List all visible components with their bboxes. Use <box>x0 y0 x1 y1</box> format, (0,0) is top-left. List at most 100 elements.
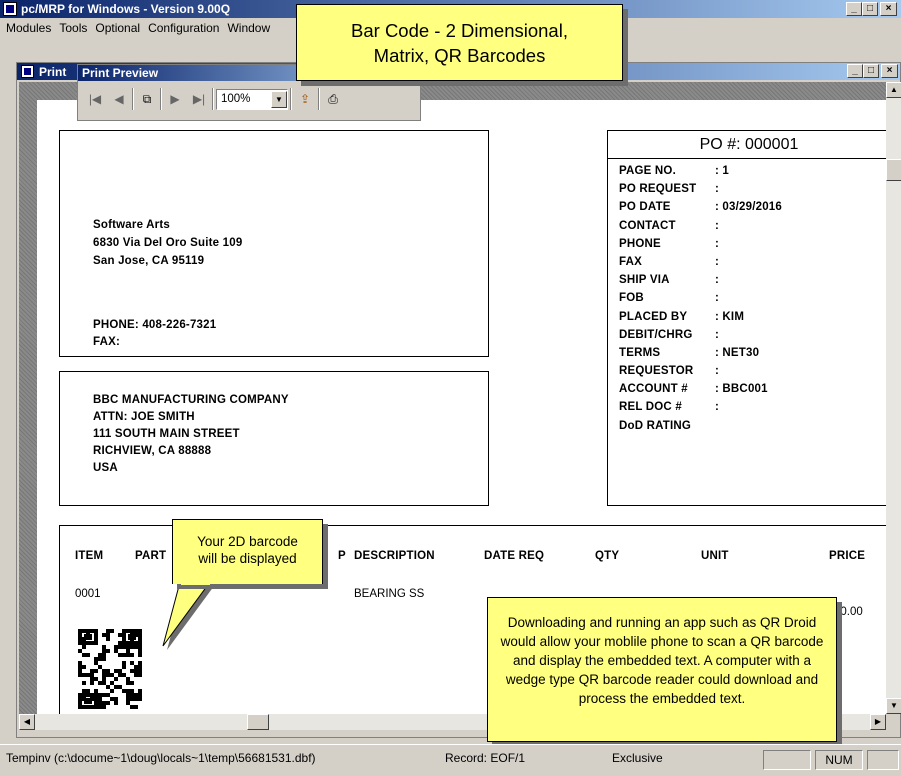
menu-window[interactable]: Window <box>223 21 274 35</box>
vendor-box: Software Arts 6830 Via Del Oro Suite 109… <box>59 130 489 357</box>
app-title: pc/MRP for Windows - Version 9.00Q <box>21 2 231 16</box>
title-callout: Bar Code - 2 Dimensional, Matrix, QR Bar… <box>296 4 623 81</box>
po-field-label: DoD RATING <box>619 419 692 432</box>
last-page-icon[interactable]: ▶| <box>188 88 210 110</box>
multi-page-icon[interactable]: ⧉ <box>136 88 158 110</box>
vertical-scrollbar[interactable]: ▲ ▼ <box>886 82 901 714</box>
vendor-address2: San Jose, CA 95119 <box>93 255 205 267</box>
menu-optional[interactable]: Optional <box>91 21 144 35</box>
qr-callout: Downloading and running an app such as Q… <box>487 597 837 742</box>
po-field-label: REQUESTOR <box>619 365 694 378</box>
row-item: 0001 <box>75 588 101 600</box>
barcode-callout-line1: Your 2D barcode <box>197 534 298 549</box>
qr-barcode <box>78 629 142 709</box>
close-icon[interactable]: × <box>880 2 897 16</box>
zoom-value: 100% <box>221 93 251 105</box>
po-field-row: PLACED BY: KIM <box>619 311 886 329</box>
horizontal-scroll-thumb[interactable] <box>247 714 269 730</box>
po-field-row: PHONE: <box>619 238 886 256</box>
po-field-row: PAGE NO. : 1 <box>619 165 886 183</box>
barcode-callout: Your 2D barcode will be displayed <box>172 519 323 584</box>
po-field-value: : <box>715 183 720 196</box>
col-item: ITEM <box>75 550 104 562</box>
po-field-row: ACCOUNT # : BBC001 <box>619 383 886 401</box>
po-field-value: : 03/29/2016 <box>715 201 782 214</box>
po-field-row: PO DATE : 03/29/2016 <box>619 201 886 219</box>
vertical-scroll-thumb[interactable] <box>886 159 901 181</box>
po-field-row: PO REQUEST: <box>619 183 886 201</box>
po-field-label: PHONE <box>619 237 661 250</box>
scroll-right-icon[interactable]: ▶ <box>870 714 886 730</box>
status-num: NUM <box>815 750 863 770</box>
vendor-phone: PHONE: 408-226-7321 <box>93 319 217 331</box>
menu-modules[interactable]: Modules <box>2 21 55 35</box>
status-record: Record: EOF/1 <box>445 751 526 765</box>
status-scrl <box>867 750 899 770</box>
minimize-icon[interactable]: _ <box>846 2 862 16</box>
scroll-up-icon[interactable]: ▲ <box>886 82 901 98</box>
first-page-icon[interactable]: |◀ <box>84 88 106 110</box>
menu-tools[interactable]: Tools <box>55 21 91 35</box>
po-field-value: : <box>715 219 720 232</box>
po-field-value: : <box>715 401 720 414</box>
vendor-name: Software Arts <box>93 219 170 231</box>
print-preview-title: Print Preview <box>82 66 159 80</box>
po-field-row: CONTACT: <box>619 220 886 238</box>
po-field-label: SHIP VIA <box>619 274 670 287</box>
print-icon[interactable]: ⎙ <box>322 88 344 110</box>
po-field-value: : <box>715 328 720 341</box>
barcode-callout-pointer <box>162 582 214 650</box>
export-icon[interactable]: ⇪ <box>294 88 316 110</box>
next-page-icon[interactable]: ▶ <box>164 88 186 110</box>
po-field-value: : NET30 <box>715 346 760 359</box>
ship-line2: ATTN: JOE SMITH <box>93 411 195 423</box>
po-field-value: : <box>715 237 720 250</box>
app-icon <box>3 2 17 16</box>
po-field-label: TERMS <box>619 346 661 359</box>
po-field-label: CONTACT <box>619 219 676 232</box>
vendor-address1: 6830 Via Del Oro Suite 109 <box>93 237 243 249</box>
po-field-label: REL DOC # <box>619 401 682 414</box>
po-field-row: SHIP VIA: <box>619 274 886 292</box>
ship-line3: 111 SOUTH MAIN STREET <box>93 428 240 440</box>
po-number: PO #: 000001 <box>608 131 886 159</box>
po-field-value: : 1 <box>715 165 730 177</box>
col-part: PART <box>135 550 167 562</box>
chevron-down-icon[interactable]: ▼ <box>271 90 287 108</box>
title-callout-line2: Matrix, QR Barcodes <box>373 45 546 66</box>
print-maximize-icon[interactable]: □ <box>863 64 879 78</box>
barcode-callout-line2: will be displayed <box>198 551 297 566</box>
row-description: BEARING SS <box>354 588 425 600</box>
previous-page-icon[interactable]: ◀ <box>108 88 130 110</box>
status-mode: Exclusive <box>612 751 663 765</box>
scroll-left-icon[interactable]: ◀ <box>19 714 35 730</box>
col-price: PRICE <box>829 550 866 562</box>
po-field-row: REQUESTOR: <box>619 365 886 383</box>
ship-line5: USA <box>93 462 118 474</box>
po-field-value: : <box>715 274 720 287</box>
po-field-value: : BBC001 <box>715 383 768 396</box>
po-field-row: TERMS : NET30 <box>619 347 886 365</box>
vendor-fax: FAX: <box>93 336 120 348</box>
zoom-select[interactable]: 100% ▼ <box>216 88 288 110</box>
menu-configuration[interactable]: Configuration <box>144 21 223 35</box>
po-field-row: FOB: <box>619 292 886 310</box>
po-field-value: : <box>715 255 720 268</box>
maximize-icon[interactable]: □ <box>862 2 878 16</box>
po-field-label: PAGE NO. <box>619 165 676 177</box>
print-close-icon[interactable]: × <box>881 64 898 78</box>
col-qty: QTY <box>595 550 620 562</box>
qr-callout-text: Downloading and running an app such as Q… <box>500 615 824 706</box>
ship-to-box: BBC MANUFACTURING COMPANY ATTN: JOE SMIT… <box>59 371 489 506</box>
po-field-row: DoD RATING <box>619 420 886 438</box>
print-minimize-icon[interactable]: _ <box>847 64 863 78</box>
po-field-label: PLACED BY <box>619 310 688 323</box>
scroll-down-icon[interactable]: ▼ <box>886 698 901 714</box>
po-field-row: DEBIT/CHRG: <box>619 329 886 347</box>
po-field-label: ACCOUNT # <box>619 383 688 396</box>
ship-line1: BBC MANUFACTURING COMPANY <box>93 394 289 406</box>
col-rev: P <box>338 550 346 562</box>
po-field-label: FAX <box>619 255 642 268</box>
po-field-value: : <box>715 365 720 378</box>
po-field-label: PO DATE <box>619 201 671 214</box>
